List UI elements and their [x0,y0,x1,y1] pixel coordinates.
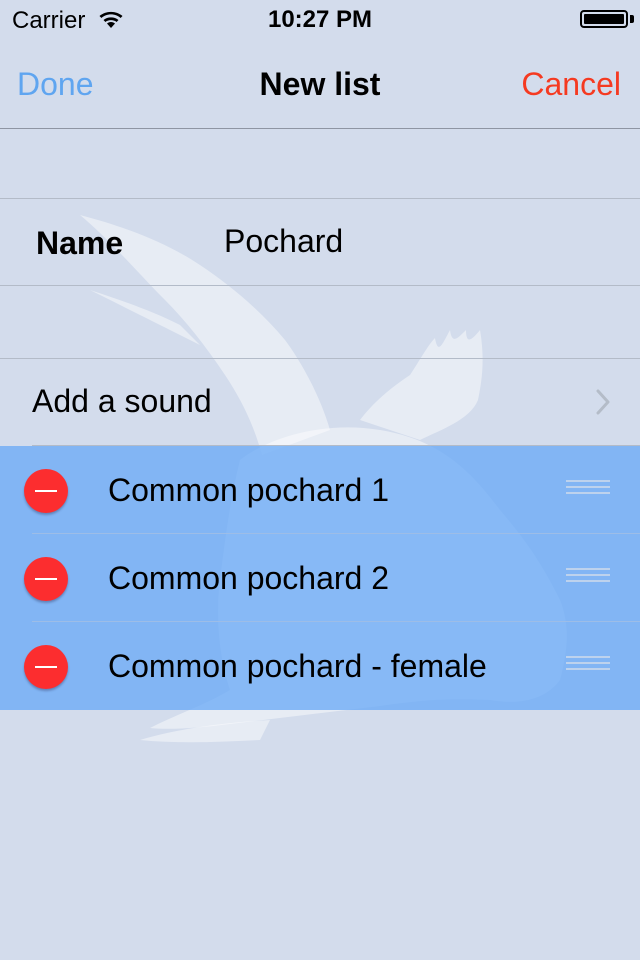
navigation-bar: Done New list Cancel [0,40,640,129]
list-item[interactable]: Common pochard 1 [0,446,640,534]
list-item[interactable]: Common pochard - female [0,622,640,710]
minus-circle-icon[interactable] [24,557,68,601]
sound-name: Common pochard 1 [108,472,390,508]
name-input[interactable] [224,221,604,261]
sound-name: Common pochard - female [108,648,487,684]
reorder-handle-icon[interactable] [566,480,610,498]
sound-name: Common pochard 2 [108,560,390,596]
add-sound-row[interactable]: Add a sound [0,359,640,445]
cancel-button[interactable]: Cancel [521,64,621,104]
reorder-handle-icon[interactable] [566,568,610,586]
add-sound-label: Add a sound [32,383,212,419]
status-bar: Carrier 10:27 PM [0,0,640,40]
name-field-row: Name [0,199,640,285]
list-item[interactable]: Common pochard 2 [0,534,640,622]
chevron-right-icon [596,389,610,415]
reorder-handle-icon[interactable] [566,656,610,674]
status-time: 10:27 PM [267,6,373,33]
battery-icon [580,10,628,28]
section-divider [0,285,640,286]
done-button[interactable]: Done [17,64,94,104]
minus-circle-icon[interactable] [24,469,68,513]
name-label: Name [36,225,124,261]
battery-tip [630,15,634,23]
minus-circle-icon[interactable] [24,645,68,689]
